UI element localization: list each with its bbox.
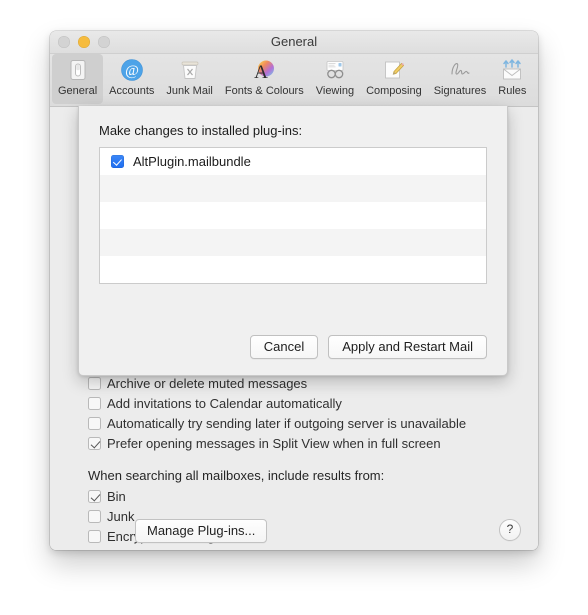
tab-junk-mail[interactable]: Junk Mail	[160, 54, 218, 104]
plugin-list-empty-row	[100, 256, 486, 283]
cancel-button[interactable]: Cancel	[250, 335, 318, 359]
tab-junk-mail-label: Junk Mail	[166, 85, 212, 97]
option-archive-muted[interactable]: Archive or delete muted messages	[50, 375, 538, 395]
plugin-list-empty-row	[100, 229, 486, 256]
tab-general-label: General	[58, 85, 97, 97]
envelope-arrows-icon	[498, 56, 526, 84]
lightswitch-icon	[64, 56, 92, 84]
pencil-paper-icon	[380, 56, 408, 84]
option-split-view-label: Prefer opening messages in Split View wh…	[107, 435, 441, 452]
option-add-invitations[interactable]: Add invitations to Calendar automaticall…	[50, 395, 538, 415]
tab-signatures-label: Signatures	[434, 85, 487, 97]
general-preferences-pane: Archive or delete muted messages Add inv…	[50, 107, 538, 550]
tab-fonts-colours-label: Fonts & Colours	[225, 85, 304, 97]
tab-accounts[interactable]: @ Accounts	[103, 54, 160, 104]
svg-text:A: A	[254, 62, 268, 82]
tab-fonts-colours[interactable]: A Fonts & Colours	[219, 54, 310, 104]
help-button[interactable]: ?	[499, 519, 521, 541]
sheet-heading: Make changes to installed plug-ins:	[99, 123, 507, 138]
plugin-name-label: AltPlugin.mailbundle	[133, 154, 251, 169]
checkbox-altplugin[interactable]	[111, 155, 124, 168]
checkbox-search-bin[interactable]	[88, 490, 101, 503]
option-try-sending-later-label: Automatically try sending later if outgo…	[107, 415, 466, 432]
signature-icon	[446, 56, 474, 84]
tab-accounts-label: Accounts	[109, 85, 154, 97]
apply-and-restart-button[interactable]: Apply and Restart Mail	[328, 335, 487, 359]
tab-general[interactable]: General	[52, 54, 103, 104]
option-search-junk[interactable]: Junk	[50, 508, 538, 528]
plugin-list[interactable]: AltPlugin.mailbundle	[99, 147, 487, 284]
checkbox-archive-muted[interactable]	[88, 377, 101, 390]
option-split-view[interactable]: Prefer opening messages in Split View wh…	[50, 435, 538, 455]
preferences-window: General General @ Accounts	[50, 31, 538, 550]
checkbox-search-junk[interactable]	[88, 510, 101, 523]
glasses-icon	[321, 56, 349, 84]
option-search-bin-label: Bin	[107, 488, 126, 505]
manage-plugins-button[interactable]: Manage Plug-ins...	[135, 519, 267, 543]
preferences-toolbar: General @ Accounts Junk Mail	[50, 54, 538, 107]
tab-composing[interactable]: Composing	[360, 54, 428, 104]
option-try-sending-later[interactable]: Automatically try sending later if outgo…	[50, 415, 538, 435]
tab-rules-label: Rules	[498, 85, 526, 97]
option-search-encrypted[interactable]: Encrypted Messages	[50, 528, 538, 548]
at-sign-icon: @	[118, 56, 146, 84]
manage-plugins-sheet: Make changes to installed plug-ins: AltP…	[78, 106, 508, 376]
general-options-group: Archive or delete muted messages Add inv…	[50, 375, 538, 548]
letter-a-icon: A	[250, 56, 278, 84]
plugin-list-item[interactable]: AltPlugin.mailbundle	[100, 148, 486, 175]
checkbox-search-encrypted[interactable]	[88, 530, 101, 543]
tab-composing-label: Composing	[366, 85, 422, 97]
tab-signatures[interactable]: Signatures	[428, 54, 493, 104]
title-bar: General	[50, 31, 538, 54]
option-search-bin[interactable]: Bin	[50, 488, 538, 508]
checkbox-try-sending-later[interactable]	[88, 417, 101, 430]
tab-viewing[interactable]: Viewing	[310, 54, 360, 104]
option-archive-muted-label: Archive or delete muted messages	[107, 375, 307, 392]
option-search-junk-label: Junk	[107, 508, 134, 525]
tab-rules[interactable]: Rules	[492, 54, 532, 104]
plugin-list-empty-row	[100, 175, 486, 202]
tab-viewing-label: Viewing	[316, 85, 354, 97]
window-title: General	[50, 34, 538, 49]
trash-bin-icon	[176, 56, 204, 84]
svg-text:@: @	[125, 63, 139, 79]
checkbox-split-view[interactable]	[88, 437, 101, 450]
plugin-list-empty-row	[100, 202, 486, 229]
sheet-button-group: Cancel Apply and Restart Mail	[250, 335, 487, 359]
checkbox-add-invitations[interactable]	[88, 397, 101, 410]
search-section-title: When searching all mailboxes, include re…	[88, 468, 538, 483]
option-add-invitations-label: Add invitations to Calendar automaticall…	[107, 395, 342, 412]
